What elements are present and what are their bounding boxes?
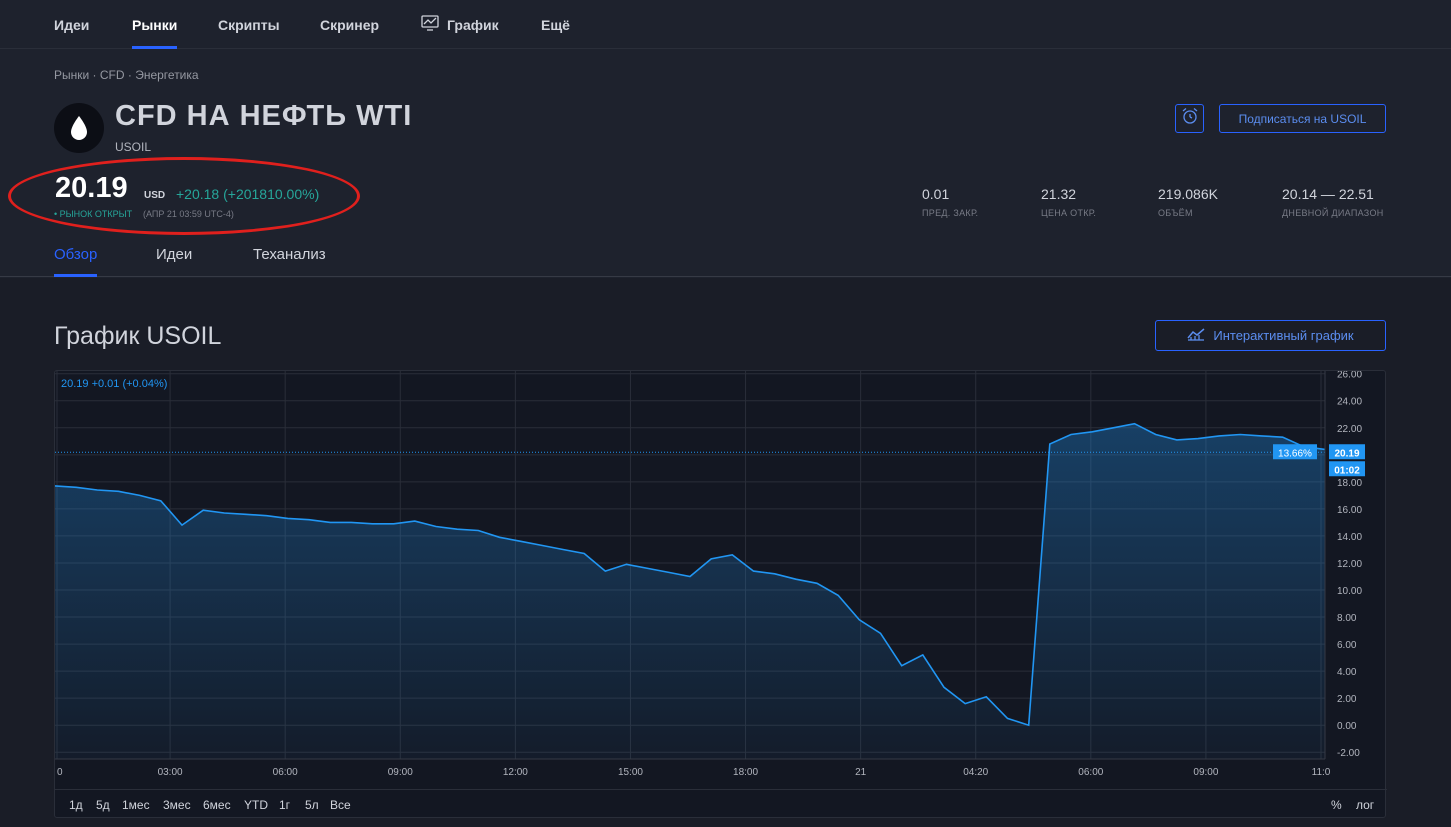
x-tick-label: 18:00 [733, 767, 758, 778]
stat-label: ЦЕНА ОТКР. [1041, 208, 1097, 218]
range-6m[interactable]: 6мес [203, 798, 231, 812]
range-toolbar: 1д 5д 1мес 3мес 6мес YTD 1г 5л Все % лог [55, 789, 1387, 819]
y-tick-label: 6.00 [1337, 640, 1357, 651]
stat-volume: 219.086K ОБЪЁМ [1158, 186, 1218, 218]
tab-overview[interactable]: Обзор [54, 246, 98, 277]
y-tick-label: 10.00 [1337, 586, 1362, 597]
interactive-chart-label: Интерактивный график [1213, 328, 1354, 343]
section-title: График USOIL [54, 322, 222, 350]
price-label: 20.19 [1334, 448, 1359, 459]
range-1d[interactable]: 1д [69, 798, 83, 812]
price-chart[interactable]: 26.0024.0022.0020.0018.0016.0014.0012.00… [54, 370, 1387, 819]
nav-item-more[interactable]: Ещё [541, 17, 570, 49]
stat-value: 21.32 [1041, 186, 1077, 202]
breadcrumb[interactable]: Рынки · CFD · Энергетика [54, 68, 199, 82]
x-tick-label: 21 [855, 767, 867, 778]
top-navigation: Идеи Рынки Скрипты Скринер График Ещё [0, 0, 1451, 49]
stat-label: ОБЪЁМ [1158, 208, 1193, 218]
x-tick-label: 12:00 [503, 767, 528, 778]
y-tick-label: 2.00 [1337, 694, 1357, 705]
range-5d[interactable]: 5д [96, 798, 110, 812]
y-tick-label: 24.00 [1337, 397, 1362, 408]
percent-label: 13.66% [1278, 448, 1312, 459]
countdown-label: 01:02 [1334, 465, 1360, 476]
stat-value: 20.14 — 22.51 [1282, 186, 1374, 202]
tab-technicals[interactable]: Теханализ [253, 246, 326, 277]
x-tick-label: 0 [57, 767, 63, 778]
range-3m[interactable]: 3мес [163, 798, 191, 812]
x-tick-label: 04:20 [963, 767, 988, 778]
x-tick-label: 09:00 [1193, 767, 1218, 778]
ticker-symbol: USOIL [115, 140, 152, 154]
subscribe-button[interactable]: Подписаться на USOIL [1219, 104, 1386, 133]
y-tick-label: 4.00 [1337, 667, 1357, 678]
price-area-fill [55, 423, 1325, 759]
range-ytd[interactable]: YTD [244, 798, 268, 812]
nav-item-chart[interactable]: График [447, 17, 499, 49]
y-tick-label: 22.00 [1337, 424, 1362, 435]
nav-item-scripts[interactable]: Скрипты [218, 17, 280, 49]
x-tick-label: 11:0 [1312, 767, 1331, 778]
stat-value: 219.086K [1158, 186, 1218, 202]
alert-button[interactable] [1175, 104, 1204, 133]
chart-icon [1187, 327, 1205, 344]
y-tick-label: 18.00 [1337, 478, 1362, 489]
x-tick-label: 09:00 [388, 767, 413, 778]
tab-ideas[interactable]: Идеи [156, 246, 192, 277]
scale-percent-toggle[interactable]: % [1331, 798, 1342, 812]
alarm-clock-icon [1181, 107, 1199, 130]
stat-value: 0.01 [922, 186, 950, 202]
y-tick-label: 8.00 [1337, 613, 1357, 624]
scale-log-toggle[interactable]: лог [1356, 798, 1374, 812]
nav-item-screener[interactable]: Скринер [320, 17, 379, 49]
range-5y[interactable]: 5л [305, 798, 319, 812]
y-tick-label: 12.00 [1337, 559, 1362, 570]
stat-day-range: 20.14 — 22.51 ДНЕВНОЙ ДИАПАЗОН [1282, 186, 1384, 218]
x-tick-label: 06:00 [273, 767, 298, 778]
y-tick-label: -2.00 [1337, 748, 1360, 759]
range-1y[interactable]: 1г [279, 798, 290, 812]
page-title: CFD НА НЕФТЬ WTI [115, 100, 413, 132]
stat-label: ДНЕВНОЙ ДИАПАЗОН [1282, 208, 1384, 218]
stat-open: 21.32 ЦЕНА ОТКР. [1041, 186, 1096, 218]
range-all[interactable]: Все [330, 798, 351, 812]
y-tick-label: 0.00 [1337, 721, 1357, 732]
interactive-chart-button[interactable]: Интерактивный график [1155, 320, 1386, 351]
chart-canvas[interactable]: 26.0024.0022.0020.0018.0016.0014.0012.00… [55, 371, 1387, 789]
stat-label: ПРЕД. ЗАКР. [922, 208, 979, 218]
y-tick-label: 26.00 [1337, 371, 1362, 381]
oil-drop-icon [54, 103, 104, 153]
x-tick-label: 03:00 [158, 767, 183, 778]
nav-item-markets[interactable]: Рынки [132, 17, 178, 49]
red-highlight-ellipse [8, 157, 360, 235]
stat-prev-close: 0.01 ПРЕД. ЗАКР. [922, 186, 978, 218]
y-tick-label: 16.00 [1337, 505, 1362, 516]
symbol-header: Рынки · CFD · Энергетика CFD НА НЕФТЬ WT… [0, 49, 1451, 277]
x-tick-label: 06:00 [1078, 767, 1103, 778]
y-tick-label: 14.00 [1337, 532, 1362, 543]
main-content: График USOIL Интерактивный график 26.00 2… [0, 278, 1451, 827]
range-1m[interactable]: 1мес [122, 798, 150, 812]
x-tick-label: 15:00 [618, 767, 643, 778]
chart-legend: 20.19 +0.01 (+0.04%) [61, 378, 168, 390]
nav-item-ideas[interactable]: Идеи [54, 17, 89, 49]
chart-line-icon[interactable] [421, 15, 439, 36]
